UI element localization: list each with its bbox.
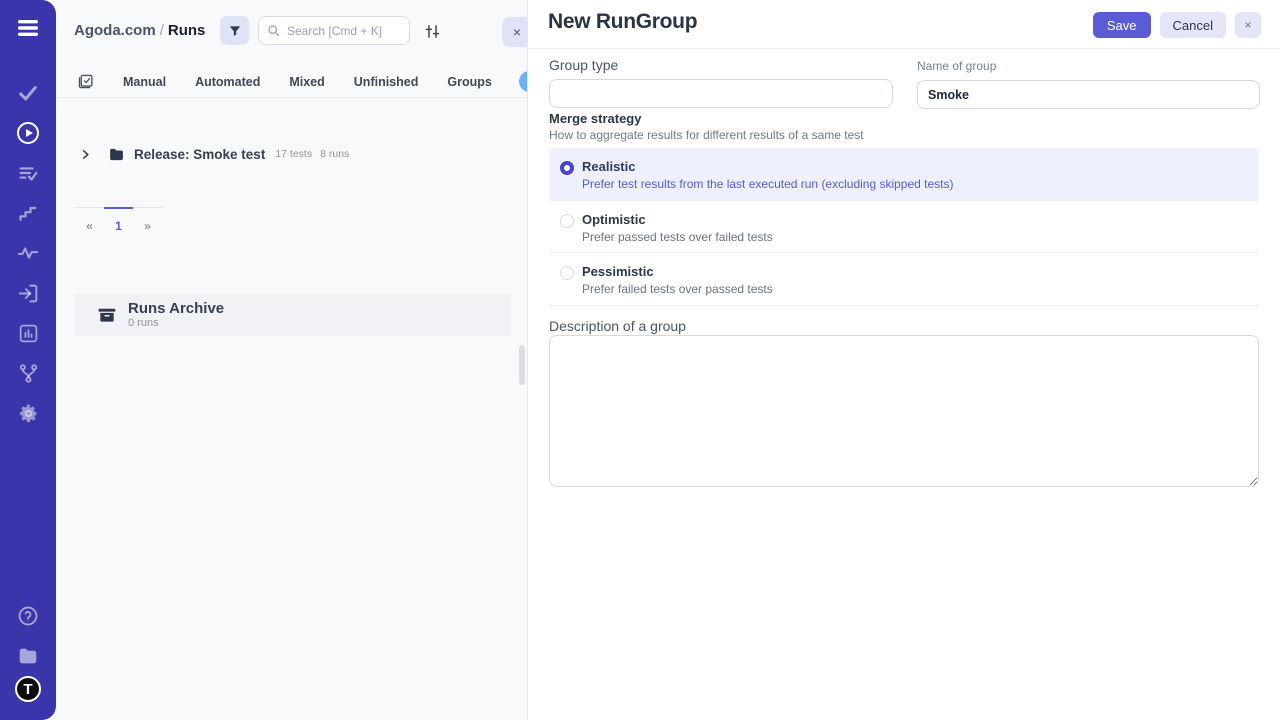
archive-box-icon [97, 305, 117, 325]
page-title: New RunGroup [548, 10, 697, 34]
app-window: T Agoda.com/Runs × [0, 0, 1280, 720]
rungroup-tree-item[interactable]: Release: Smoke test 17 tests 8 runs [74, 142, 349, 166]
runs-archive-item[interactable]: Runs Archive 0 runs [74, 294, 511, 336]
profile-avatar[interactable]: T [15, 676, 41, 702]
form-actions: Save Cancel × [1093, 12, 1261, 38]
new-rungroup-panel: New RunGroup Save Cancel × Group type Na… [527, 0, 1280, 720]
group-type-field: Group type [549, 57, 893, 108]
runs-toolbar: Agoda.com/Runs × [56, 0, 527, 62]
pagination-next[interactable]: » [133, 207, 162, 233]
search-input[interactable] [258, 16, 410, 45]
menu-icon[interactable] [0, 8, 56, 48]
description-label: Description of a group [549, 318, 686, 334]
merge-strategy-hint: How to aggregate results for different r… [549, 128, 864, 142]
chevron-right-icon[interactable] [80, 149, 91, 160]
radio-icon[interactable] [560, 266, 574, 280]
option-title: Pessimistic [582, 264, 654, 279]
tab-automated[interactable]: Automated [195, 75, 260, 89]
option-pessimistic[interactable]: Pessimistic Prefer failed tests over pas… [549, 253, 1259, 306]
sidebar: T [0, 0, 56, 720]
tab-manual[interactable]: Manual [123, 75, 166, 89]
archive-title: Runs Archive [128, 301, 224, 317]
save-button[interactable]: Save [1093, 12, 1151, 38]
runs-list-panel: Agoda.com/Runs × Manual [56, 0, 527, 720]
runs-play-icon[interactable] [0, 113, 56, 153]
option-description: Prefer passed tests over failed tests [582, 230, 773, 244]
test-plans-icon[interactable] [0, 153, 56, 193]
option-description: Prefer failed tests over passed tests [582, 282, 773, 296]
scrollbar-thumb[interactable] [519, 345, 525, 385]
archive-text: Runs Archive 0 runs [128, 301, 224, 329]
steps-icon[interactable] [0, 193, 56, 233]
name-field: Name of group [917, 59, 1260, 109]
option-optimistic[interactable]: Optimistic Prefer passed tests over fail… [549, 201, 1259, 254]
merge-strategy-label: Merge strategy [549, 111, 641, 126]
merge-strategy-options: Realistic Prefer test results from the l… [549, 148, 1259, 306]
rungroup-title[interactable]: Release: Smoke test [134, 147, 265, 162]
cancel-button[interactable]: Cancel [1160, 12, 1226, 38]
adjustments-icon[interactable] [420, 19, 444, 43]
runs-filter-tabs: Manual Automated Mixed Unfinished Groups… [56, 66, 527, 98]
search-icon [267, 24, 280, 42]
breadcrumb: Agoda.com/Runs [74, 22, 205, 39]
radio-icon[interactable] [560, 214, 574, 228]
rungroup-tests-count: 17 tests [275, 148, 312, 160]
multi-select-icon[interactable] [77, 73, 94, 90]
option-title: Optimistic [582, 212, 646, 227]
name-of-group-label: Name of group [917, 59, 1260, 73]
name-of-group-input[interactable] [917, 80, 1260, 109]
pagination-page-1[interactable]: 1 [104, 207, 133, 233]
archive-count: 0 runs [128, 317, 224, 329]
funnel-icon [228, 24, 242, 38]
group-type-label: Group type [549, 57, 893, 73]
branches-icon[interactable] [0, 353, 56, 393]
help-icon[interactable] [0, 596, 56, 636]
filter-button[interactable] [220, 16, 249, 45]
description-textarea[interactable] [549, 335, 1259, 487]
settings-gear-icon[interactable] [0, 393, 56, 433]
option-title: Realistic [582, 159, 635, 174]
docs-folder-icon[interactable] [0, 636, 56, 676]
breadcrumb-section[interactable]: Runs [168, 22, 206, 39]
breadcrumb-project[interactable]: Agoda.com [74, 22, 156, 39]
import-icon[interactable] [0, 273, 56, 313]
group-type-input[interactable] [549, 79, 893, 108]
tab-mixed[interactable]: Mixed [289, 75, 324, 89]
analytics-icon[interactable] [0, 313, 56, 353]
option-realistic[interactable]: Realistic Prefer test results from the l… [549, 148, 1259, 201]
pagination: « 1 » [75, 207, 163, 233]
pagination-prev[interactable]: « [75, 207, 104, 233]
option-description: Prefer test results from the last execut… [582, 177, 954, 191]
folder-icon [108, 146, 125, 163]
search-box [258, 16, 410, 45]
tab-unfinished[interactable]: Unfinished [354, 75, 419, 89]
radio-selected-icon[interactable] [560, 161, 574, 175]
pulse-icon[interactable] [0, 233, 56, 273]
form-header: New RunGroup Save Cancel × [528, 0, 1280, 49]
tab-groups[interactable]: Groups [447, 75, 491, 89]
close-button[interactable]: × [1235, 12, 1261, 38]
rungroup-runs-count: 8 runs [320, 148, 349, 160]
breadcrumb-separator: / [156, 22, 168, 39]
tests-check-icon[interactable] [0, 73, 56, 113]
